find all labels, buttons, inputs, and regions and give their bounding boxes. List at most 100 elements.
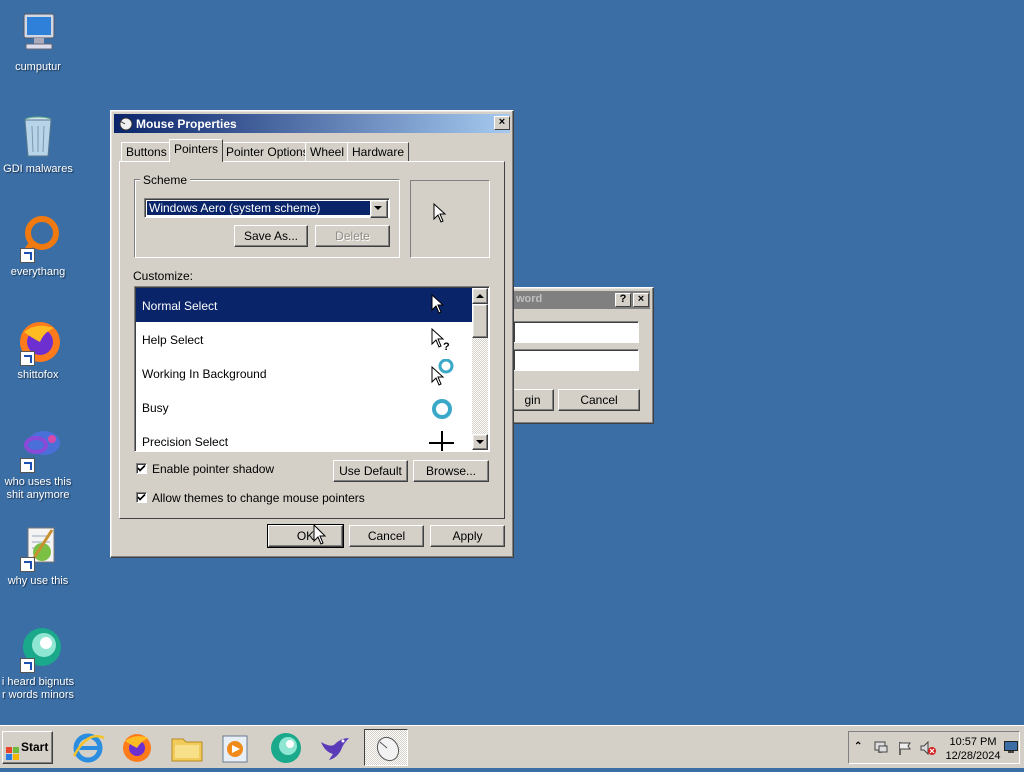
windows-logo-icon <box>6 741 20 772</box>
close-button[interactable]: × <box>633 293 649 307</box>
login-cancel-button[interactable]: Cancel <box>558 389 640 411</box>
mouse-icon <box>117 116 133 134</box>
desktop-icon-label: who uses this shit anymore <box>4 476 72 501</box>
system-tray: ⌃ 10:57 PM 12/28/2024 <box>848 731 1020 764</box>
login-button[interactable]: gin <box>511 389 554 411</box>
tab-wheel[interactable]: Wheel <box>305 142 350 161</box>
pointer-list[interactable]: Normal Select Help Select ? Working In B… <box>134 286 490 452</box>
browse-button[interactable]: Browse... <box>413 460 489 482</box>
desktop-icon-firefox[interactable]: shittofox <box>0 318 76 382</box>
password-field[interactable] <box>513 349 639 371</box>
desktop-icon-everythang[interactable]: everythang <box>0 215 76 279</box>
pointer-list-scrollbar[interactable] <box>472 288 488 450</box>
list-item[interactable]: Precision Select <box>136 424 476 451</box>
desktop-icon-label: why use this <box>7 575 69 587</box>
dialog-titlebar[interactable]: Mouse Properties × <box>114 114 510 133</box>
enable-shadow-checkbox[interactable] <box>136 463 147 474</box>
desktop-icon-recycle-bin[interactable]: GDI malwares <box>0 112 76 176</box>
show-desktop-icon[interactable] <box>1004 741 1018 756</box>
pointer-preview-box <box>410 180 490 258</box>
desktop-icon-label: shittofox <box>17 369 59 381</box>
login-dialog-titlebar[interactable]: word ? × <box>514 291 650 309</box>
clock-time: 10:57 PM <box>949 736 997 748</box>
mouse-properties-dialog[interactable]: Mouse Properties × Buttons Pointers Poin… <box>110 110 514 558</box>
shortcut-arrow-icon <box>20 458 35 473</box>
volume-muted-icon[interactable] <box>919 740 937 759</box>
login-dialog[interactable]: word ? × gin Cancel <box>510 287 654 424</box>
list-item[interactable]: Normal Select <box>136 288 476 322</box>
allow-themes-label: Allow themes to change mouse pointers <box>152 491 365 505</box>
svg-text:?: ? <box>443 341 450 353</box>
desktop-icon-label: cumputur <box>15 61 61 73</box>
scroll-thumb[interactable] <box>472 304 488 338</box>
pointers-tab-panel: Scheme Windows Aero (system scheme) Save… <box>119 161 505 519</box>
start-label: Start <box>21 740 49 754</box>
tab-hardware[interactable]: Hardware <box>347 142 410 161</box>
desktop-icon-chat[interactable]: i heard bignuts r words minors <box>0 625 76 702</box>
desktop-icon-old-browser[interactable]: who uses this shit anymore <box>0 425 76 502</box>
save-as-button[interactable]: Save As... <box>234 225 308 247</box>
allow-themes-checkbox[interactable] <box>136 492 147 503</box>
computer-icon <box>14 10 62 58</box>
tab-buttons[interactable]: Buttons <box>121 142 172 161</box>
recycle-bin-icon <box>14 112 62 160</box>
desktop-icon-computer[interactable]: cumputur <box>0 10 76 74</box>
chat-app-icon <box>14 625 62 673</box>
working-cursor-icon <box>426 358 454 387</box>
network-icon[interactable] <box>873 740 889 759</box>
chevron-down-icon[interactable] <box>370 200 388 218</box>
shortcut-arrow-icon <box>20 557 35 572</box>
tab-pointer-options[interactable]: Pointer Options <box>221 142 314 161</box>
desktop-icon-notepad[interactable]: why use this <box>0 524 76 588</box>
taskbar: Start ⌃ 10:57 PM 12/28/2024 <box>0 725 1024 768</box>
list-item[interactable]: Help Select ? <box>136 322 476 356</box>
help-button[interactable]: ? <box>615 293 631 307</box>
show-hidden-icons-icon[interactable]: ⌃ <box>854 741 862 752</box>
apply-button[interactable]: Apply <box>430 525 505 547</box>
mouse-icon <box>371 733 401 766</box>
shortcut-arrow-icon <box>20 658 35 673</box>
desktop-icon-label: GDI malwares <box>3 163 73 175</box>
desktop-icon-label: everythang <box>10 266 66 278</box>
dialog-close-button[interactable]: × <box>494 116 510 130</box>
scroll-up-button[interactable] <box>472 288 488 304</box>
arrow-cursor-icon <box>313 523 327 549</box>
help-cursor-icon: ? <box>426 325 454 353</box>
use-default-button[interactable]: Use Default <box>333 460 408 482</box>
firefox-icon[interactable] <box>119 730 155 766</box>
taskbar-clock[interactable]: 10:57 PM 12/28/2024 <box>943 735 1003 763</box>
crosshair-cursor-icon <box>426 427 454 451</box>
ok-button[interactable]: OK <box>267 524 344 548</box>
customize-label: Customize: <box>133 269 194 283</box>
browser-app-icon <box>14 425 62 473</box>
tab-pointers[interactable]: Pointers <box>169 139 224 162</box>
scheme-dropdown[interactable]: Windows Aero (system scheme) <box>144 198 390 218</box>
scroll-down-button[interactable] <box>472 434 488 450</box>
arrow-cursor-icon <box>433 202 447 226</box>
start-button[interactable]: Start <box>2 731 53 764</box>
enable-shadow-label: Enable pointer shadow <box>152 462 275 476</box>
search-app-icon <box>14 215 62 263</box>
scheme-selected-value: Windows Aero (system scheme) <box>147 201 370 215</box>
busy-cursor-icon <box>426 393 454 421</box>
desktop-icon-label: i heard bignuts r words minors <box>1 676 75 701</box>
internet-explorer-icon[interactable] <box>70 730 106 766</box>
cancel-button[interactable]: Cancel <box>349 525 424 547</box>
taskbar-task-mouse-properties[interactable] <box>364 729 408 766</box>
bird-app-icon[interactable] <box>317 730 353 766</box>
action-center-flag-icon[interactable] <box>897 740 913 759</box>
shortcut-arrow-icon <box>20 351 35 366</box>
shortcut-arrow-icon <box>20 248 35 263</box>
clock-date: 12/28/2024 <box>945 750 1001 762</box>
firefox-icon <box>14 318 62 366</box>
list-item[interactable]: Working In Background <box>136 356 476 390</box>
arrow-cursor-icon <box>426 291 454 319</box>
delete-button[interactable]: Delete <box>315 225 390 247</box>
file-explorer-icon[interactable] <box>169 730 205 766</box>
media-player-icon[interactable] <box>218 730 254 766</box>
dialog-title: Mouse Properties <box>136 117 237 131</box>
list-item[interactable]: Busy <box>136 390 476 424</box>
chat-app-icon[interactable] <box>268 730 304 766</box>
login-dialog-title: word <box>516 293 543 305</box>
username-field[interactable] <box>513 321 639 343</box>
